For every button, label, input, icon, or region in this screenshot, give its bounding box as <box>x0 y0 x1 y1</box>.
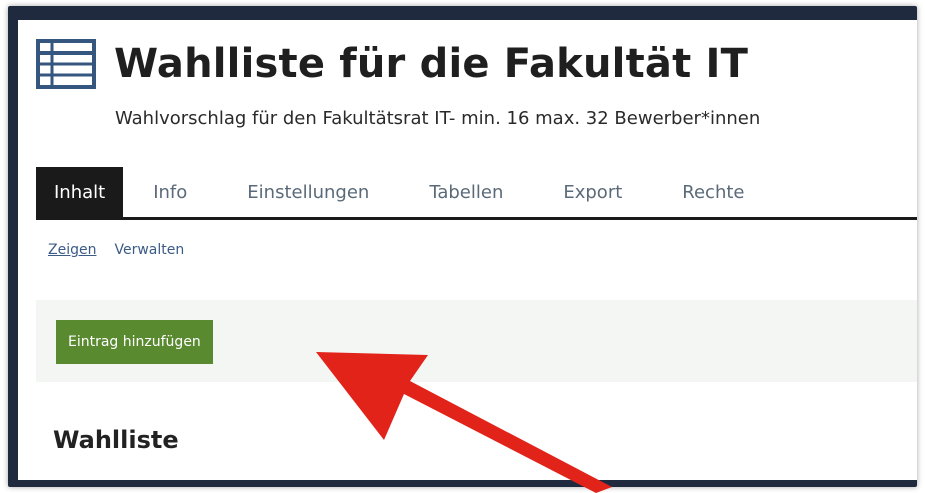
table-list-icon <box>36 39 96 89</box>
screenshot: Wahlliste für die Fakultät IT Wahlvorsch… <box>0 0 925 493</box>
subnav-verwalten-link[interactable]: Verwalten <box>114 242 184 258</box>
tab-bar: Inhalt Info Einstellungen Tabellen Expor… <box>36 167 917 220</box>
tab-inhalt[interactable]: Inhalt <box>36 167 124 217</box>
sub-navigation: Zeigen Verwalten <box>48 242 184 258</box>
page-title: Wahlliste für die Fakultät IT <box>114 41 749 87</box>
tab-einstellungen[interactable]: Einstellungen <box>217 167 399 217</box>
action-toolbar: Eintrag hinzufügen <box>36 300 917 382</box>
tab-tabellen[interactable]: Tabellen <box>399 167 533 217</box>
page-subtitle: Wahlvorschlag für den Fakultätsrat IT- m… <box>115 108 761 129</box>
tab-export[interactable]: Export <box>533 167 652 217</box>
content-panel: Wahlliste für die Fakultät IT Wahlvorsch… <box>18 20 917 480</box>
title-row: Wahlliste für die Fakultät IT <box>36 34 748 94</box>
section-heading: Wahlliste <box>53 426 179 454</box>
tab-rechte[interactable]: Rechte <box>652 167 774 217</box>
subnav-zeigen-link[interactable]: Zeigen <box>48 242 96 258</box>
tab-info[interactable]: Info <box>123 167 217 217</box>
add-entry-button[interactable]: Eintrag hinzufügen <box>56 320 213 364</box>
